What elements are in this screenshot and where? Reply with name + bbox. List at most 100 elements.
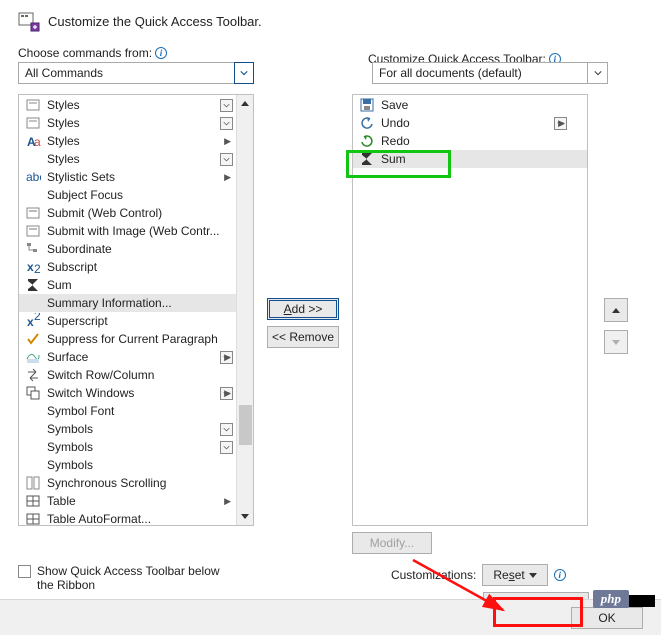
list-item[interactable]: Subject Focus [19,186,253,204]
list-item[interactable]: Switch Row/Column [19,366,253,384]
tree-icon [25,241,41,257]
list-item[interactable]: Symbols [19,438,253,456]
info-icon: i [554,569,566,581]
save-icon [359,97,375,113]
item-label: Styles [47,134,253,148]
item-label: Stylistic Sets [47,170,253,184]
item-label: Subordinate [47,242,253,256]
windows-icon [25,385,41,401]
blank-icon [25,403,41,419]
customize-for-combo[interactable]: For all documents (default) [372,62,608,84]
item-label: Superscript [47,314,253,328]
list-item[interactable]: Symbols [19,456,253,474]
svg-text:2: 2 [34,313,41,323]
list-item[interactable]: Surface▶ [19,348,253,366]
add-button[interactable]: Add >> [267,298,339,320]
list-item[interactable]: Sum [19,276,253,294]
list-item[interactable]: Aa Styles▶ [19,132,253,150]
blank-icon [25,457,41,473]
item-label: Sum [47,278,253,292]
list-item[interactable]: Table AutoFormat... [19,510,253,528]
list-item[interactable]: Switch Windows▶ [19,384,253,402]
chevron-down-icon[interactable] [234,62,254,84]
list-item[interactable]: Styles [19,114,253,132]
list-item[interactable]: Save [353,96,587,114]
svg-text:a: a [34,135,41,149]
undo-icon [359,115,375,131]
flyout-indicator: ▶ [224,496,231,507]
dropdown-indicator [220,117,233,130]
item-label: Styles [47,116,214,130]
list-item[interactable]: x2 Superscript [19,312,253,330]
move-down-button[interactable] [604,330,628,354]
item-label: Submit with Image (Web Contr... [47,224,253,238]
blank-icon [25,187,41,203]
scroll-up[interactable] [237,95,253,112]
abc-icon: abc [25,169,41,185]
list-item[interactable]: Redo [353,132,587,150]
list-item[interactable]: x2Subscript [19,258,253,276]
item-label: Subscript [47,260,253,274]
list-item[interactable]: Undo▶ [353,114,587,132]
commands-from-combo[interactable]: All Commands [18,62,254,84]
dropdown-indicator [220,99,233,112]
move-up-button[interactable] [604,298,628,322]
chevron-down-icon[interactable] [587,63,607,83]
scrollbar[interactable] [236,95,253,525]
list-item[interactable]: Synchronous Scrolling [19,474,253,492]
watermark: php [593,590,629,608]
commands-listbox[interactable]: StylesStylesAaStyles▶StylesabcStylistic … [18,94,254,526]
item-label: Surface [47,350,214,364]
modify-button[interactable]: Modify... [352,532,432,554]
list-item[interactable]: abc Stylistic Sets▶ [19,168,253,186]
surface-icon [25,349,41,365]
combo-value: For all documents (default) [379,66,522,80]
qat-icon [18,10,40,32]
sync-icon [25,475,41,491]
sigma-icon [359,151,375,167]
styles-icon [25,97,41,113]
list-item[interactable]: Submit with Image (Web Contr... [19,222,253,240]
list-item[interactable]: Symbols [19,420,253,438]
item-label: Suppress for Current Paragraph [47,332,253,346]
list-item[interactable]: Sum [353,150,587,168]
item-label: Styles [47,98,214,112]
svg-text:x: x [27,315,34,329]
item-label: Styles [47,152,214,166]
list-item[interactable]: Styles [19,150,253,168]
table-icon [25,493,41,509]
qat-listbox[interactable]: Save Undo▶RedoSum [352,94,588,526]
flyout-indicator: ▶ [224,172,231,183]
list-item[interactable]: Symbol Font [19,402,253,420]
scroll-thumb[interactable] [239,405,252,445]
item-label: Switch Windows [47,386,214,400]
dropdown-indicator [220,423,233,436]
show-below-ribbon-checkbox[interactable]: Show Quick Access Toolbar below the Ribb… [18,564,237,592]
list-item[interactable]: Submit (Web Control) [19,204,253,222]
item-label: Synchronous Scrolling [47,476,253,490]
list-item[interactable]: Summary Information... [19,294,253,312]
list-item[interactable]: Table▶ [19,492,253,510]
font-a-icon: Aa [25,133,41,149]
page-title: Customize the Quick Access Toolbar. [48,14,262,29]
remove-button[interactable]: << Remove [267,326,339,348]
scroll-down[interactable] [237,508,253,525]
dropdown-indicator [220,153,233,166]
reset-button[interactable]: Reset [482,564,547,586]
list-item[interactable]: Suppress for Current Paragraph [19,330,253,348]
flyout-indicator: ▶ [558,118,565,129]
redo-icon [359,133,375,149]
ok-button[interactable]: OK [571,607,643,629]
x2sup-icon: x2 [25,313,41,329]
checkbox-label: Show Quick Access Toolbar below the Ribb… [37,564,237,592]
item-label: Save [381,98,587,112]
list-item[interactable]: Styles [19,96,253,114]
info-icon: i [155,47,167,59]
flyout-indicator: ▶ [224,136,231,147]
item-label: Switch Row/Column [47,368,253,382]
list-item[interactable]: Subordinate [19,240,253,258]
blank-icon [25,295,41,311]
blank-icon [25,151,41,167]
checkbox-box[interactable] [18,565,31,578]
form-icon [25,223,41,239]
